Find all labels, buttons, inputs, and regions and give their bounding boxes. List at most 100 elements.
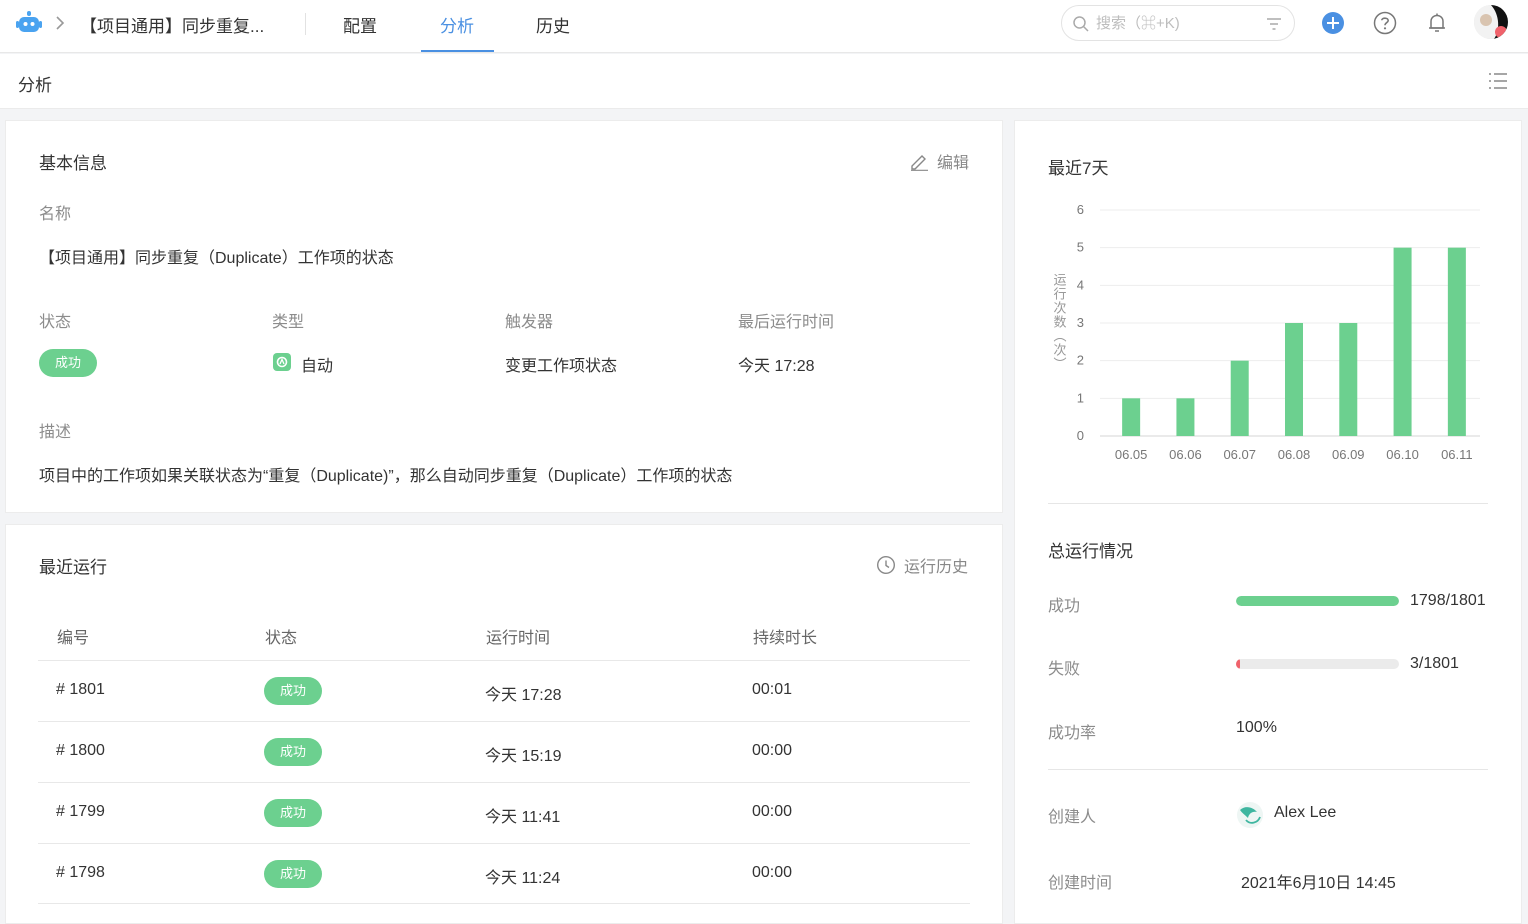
- divider: [1048, 769, 1488, 770]
- chevron-right-icon: [56, 16, 65, 30]
- y-tick-label: 2: [1077, 353, 1084, 368]
- description-label: 描述: [39, 424, 72, 441]
- run-id: # 1799: [56, 803, 105, 820]
- bar: [1230, 360, 1249, 436]
- column-header-id: 编号: [57, 630, 90, 647]
- run-id: # 1801: [56, 681, 105, 698]
- run-time: 今天 11:24: [485, 870, 561, 887]
- robot-logo-icon[interactable]: [16, 10, 42, 36]
- user-avatar[interactable]: [1474, 5, 1508, 39]
- success-rate-label: 成功率: [1048, 725, 1097, 742]
- run-id: # 1800: [56, 742, 105, 759]
- edit-label: 编辑: [937, 155, 970, 172]
- bar: [1122, 398, 1141, 436]
- basic-info-card: 基本信息 编辑 名称 【项目通用】同步重复（Duplicate）工作项的状态 状…: [5, 120, 1003, 513]
- bar: [1393, 247, 1412, 436]
- column-header-status: 状态: [265, 630, 298, 647]
- success-value: 1798/1801: [1410, 592, 1486, 609]
- trigger-value: 变更工作项状态: [505, 358, 618, 375]
- last-7-days-title: 最近7天: [1048, 159, 1109, 178]
- list-view-icon[interactable]: [1488, 72, 1508, 90]
- column-header-run-time: 运行时间: [486, 630, 551, 647]
- top-nav-bar: 【项目通用】同步重复... 配置 分析 历史: [0, 0, 1528, 53]
- run-duration: 00:01: [752, 681, 793, 698]
- basic-info-title: 基本信息: [39, 154, 107, 173]
- run-duration: 00:00: [752, 742, 793, 759]
- auto-type-icon: [273, 353, 291, 371]
- x-tick-label: 06.08: [1278, 447, 1311, 462]
- name-label: 名称: [39, 206, 72, 223]
- creator-label: 创建人: [1048, 809, 1097, 826]
- page-header: 分析: [0, 54, 1528, 109]
- divider: [1048, 503, 1488, 504]
- last-run-value: 今天 17:28: [738, 358, 815, 375]
- runs-bar-chart: 0 1 2 3 4 5 6 运行次数（次） 06.05 06.06 06.07 06.08 06.09 0…: [1051, 202, 1480, 462]
- active-tab-indicator: [421, 50, 494, 52]
- bar: [1285, 323, 1303, 436]
- name-value: 【项目通用】同步重复（Duplicate）工作项的状态: [39, 250, 394, 267]
- x-tick-label: 06.09: [1332, 447, 1365, 462]
- edit-button[interactable]: 编辑: [909, 149, 969, 173]
- bar: [1176, 398, 1195, 436]
- x-tick-label: 06.11: [1441, 447, 1473, 462]
- search-input[interactable]: [1096, 12, 1256, 34]
- run-id: # 1798: [56, 864, 105, 881]
- creator-name[interactable]: Alex Lee: [1274, 804, 1336, 822]
- run-history-button[interactable]: 运行历史: [876, 553, 968, 577]
- bar: [1339, 323, 1358, 436]
- y-tick-label: 5: [1077, 240, 1084, 255]
- page-title: 分析: [18, 76, 52, 95]
- table-row[interactable]: # 1799 成功 今天 11:41 00:00: [38, 782, 970, 843]
- run-status-badge: 成功: [264, 738, 322, 766]
- recent-runs-title: 最近运行: [39, 558, 107, 577]
- x-tick-label: 06.10: [1386, 447, 1419, 462]
- creator-avatar: [1237, 802, 1263, 828]
- success-label: 成功: [1048, 598, 1081, 615]
- description-value: 项目中的工作项如果关联状态为“重复（Duplicate)”，那么自动同步重复（D…: [39, 468, 733, 485]
- avatar-image-icon: [1474, 5, 1508, 39]
- project-title[interactable]: 【项目通用】同步重复...: [80, 12, 264, 37]
- y-axis-label: 运行次数（次）: [1051, 273, 1067, 371]
- run-history-label: 运行历史: [904, 559, 969, 576]
- last-run-label: 最后运行时间: [738, 314, 835, 331]
- run-time: 今天 17:28: [485, 687, 562, 704]
- type-value: 自动: [301, 358, 334, 375]
- help-icon[interactable]: [1372, 10, 1398, 36]
- status-badge: 成功: [39, 349, 97, 377]
- tab-history[interactable]: 历史: [536, 12, 570, 37]
- bar: [1447, 247, 1466, 436]
- status-label: 状态: [39, 314, 72, 331]
- nav-divider: [305, 13, 306, 35]
- tab-config[interactable]: 配置: [343, 12, 377, 37]
- fail-progress-fill: [1236, 659, 1241, 669]
- column-header-duration: 持续时长: [753, 630, 818, 647]
- bell-icon[interactable]: [1424, 10, 1450, 36]
- run-status-badge: 成功: [264, 860, 322, 888]
- created-time-value: 2021年6月10日 14:45: [1241, 875, 1396, 892]
- run-time: 今天 15:19: [485, 748, 562, 765]
- edit-icon: [911, 155, 928, 171]
- type-label: 类型: [272, 314, 305, 331]
- summary-title: 总运行情况: [1048, 542, 1133, 561]
- created-time-label: 创建时间: [1048, 875, 1113, 892]
- table-row[interactable]: # 1798 成功 今天 11:24 00:00: [38, 843, 970, 904]
- fail-label: 失败: [1048, 661, 1081, 678]
- tab-analysis[interactable]: 分析: [440, 12, 474, 37]
- fail-progress-bar: [1236, 659, 1399, 669]
- y-tick-label: 3: [1077, 315, 1084, 330]
- x-tick-label: 06.05: [1115, 447, 1148, 462]
- add-icon[interactable]: [1320, 10, 1346, 36]
- success-progress-fill: [1236, 596, 1399, 606]
- run-time: 今天 11:41: [485, 809, 561, 826]
- success-rate-value: 100%: [1236, 719, 1277, 736]
- table-row[interactable]: # 1801 成功 今天 17:28 00:01: [38, 660, 970, 721]
- table-row[interactable]: # 1800 成功 今天 15:19 00:00: [38, 721, 970, 782]
- filter-icon[interactable]: [1266, 16, 1282, 32]
- run-duration: 00:00: [752, 864, 793, 881]
- search-box[interactable]: [1061, 5, 1295, 41]
- fail-value: 3/1801: [1410, 655, 1459, 672]
- x-tick-label: 06.07: [1223, 447, 1256, 462]
- search-icon: [1073, 16, 1089, 32]
- x-tick-label: 06.06: [1169, 447, 1202, 462]
- y-tick-label: 1: [1077, 390, 1084, 405]
